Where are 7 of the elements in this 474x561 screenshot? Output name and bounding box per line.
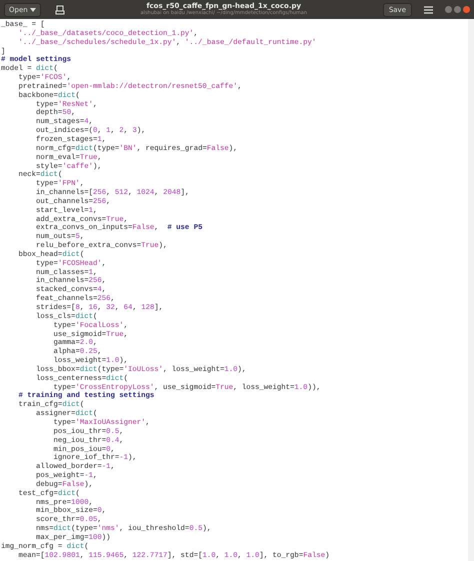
menu-icon[interactable]: [424, 6, 433, 14]
caret-icon: [30, 8, 36, 12]
save-as-icon[interactable]: [54, 4, 65, 14]
close-button[interactable]: [463, 6, 470, 13]
code-editor[interactable]: [0, 19, 474, 561]
minimize-button[interactable]: [445, 6, 452, 13]
maximize-button[interactable]: [454, 6, 461, 13]
